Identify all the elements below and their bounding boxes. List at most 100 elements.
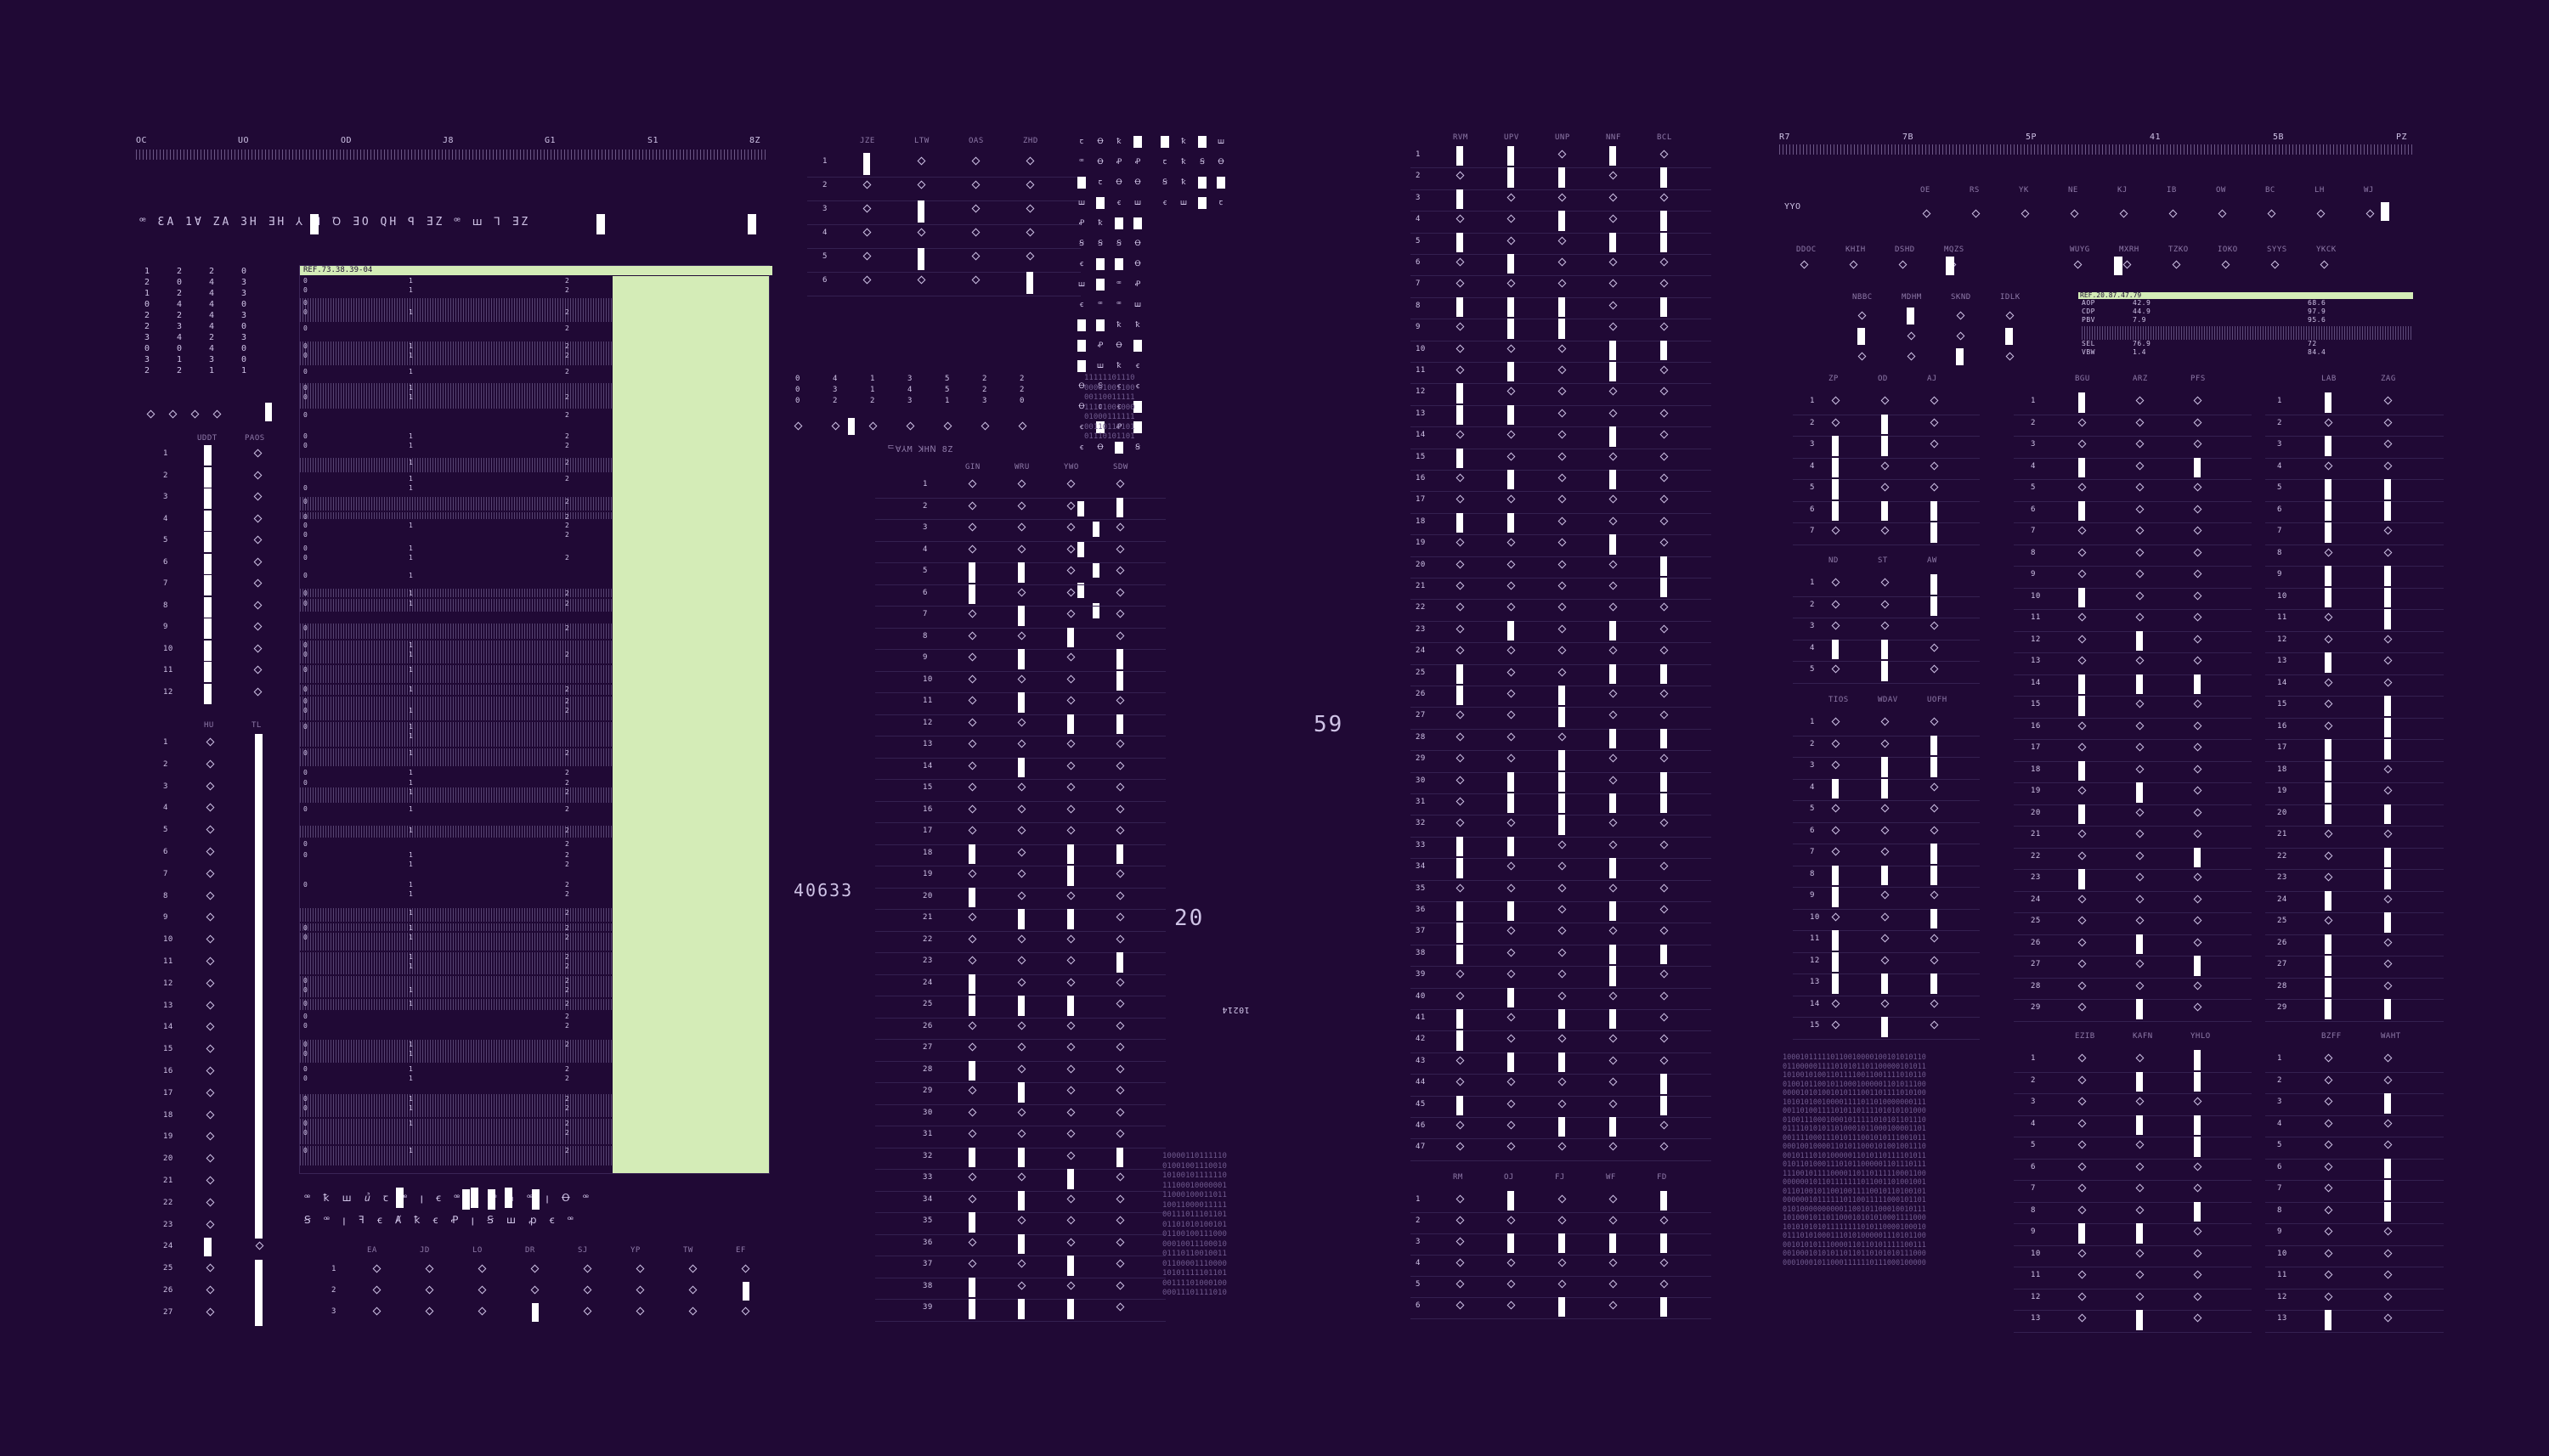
cell-diamond-icon[interactable] [1455, 602, 1465, 612]
cell-diamond-icon[interactable] [2383, 656, 2393, 665]
cell-diamond-icon[interactable] [1659, 991, 1669, 1001]
cell-bar[interactable] [2325, 500, 2331, 521]
cell-diamond-icon[interactable] [968, 1042, 977, 1052]
cell-diamond-icon[interactable] [862, 180, 872, 189]
cell-bar[interactable] [2078, 869, 2085, 889]
cell-diamond-icon[interactable] [2324, 678, 2333, 686]
cell-bar[interactable] [1558, 1052, 1565, 1073]
cell-bar[interactable] [1930, 574, 1937, 595]
cell-bar[interactable] [2194, 674, 2201, 694]
cell-diamond-icon[interactable] [1930, 826, 1939, 834]
cell-diamond-icon[interactable] [253, 622, 263, 631]
cell-bar[interactable] [255, 931, 263, 954]
tile-cell[interactable]: ꟹ [1115, 299, 1123, 311]
cell-diamond-icon[interactable] [1608, 1258, 1618, 1267]
cell-diamond-icon[interactable] [2077, 786, 2087, 795]
cell-diamond-icon[interactable] [1455, 1077, 1465, 1086]
cell-diamond-icon[interactable] [1455, 818, 1465, 827]
cell-diamond-icon[interactable] [968, 479, 977, 488]
cell-diamond-icon[interactable] [1066, 1021, 1076, 1030]
cell-diamond-icon[interactable] [2077, 1162, 2087, 1171]
cell-bar[interactable] [204, 510, 212, 531]
cell-diamond-icon[interactable] [1116, 1238, 1125, 1246]
cell-diamond-icon[interactable] [1659, 1056, 1669, 1065]
cell-diamond-icon[interactable] [1659, 1216, 1669, 1225]
cell-diamond-icon[interactable] [1506, 668, 1516, 677]
cell-diamond-icon[interactable] [2383, 1270, 2393, 1279]
cell-diamond-icon[interactable] [1659, 753, 1669, 763]
cell-diamond-icon[interactable] [1831, 600, 1840, 608]
cell-diamond-icon[interactable] [1659, 538, 1669, 547]
cell-diamond-icon[interactable] [1608, 257, 1618, 267]
cell-diamond-icon[interactable] [1831, 717, 1840, 726]
cell-diamond-icon[interactable] [1880, 461, 1890, 470]
cell-diamond-icon[interactable] [372, 1306, 382, 1316]
header-a-icon[interactable] [2365, 209, 2375, 218]
cell-diamond-icon[interactable] [968, 782, 977, 792]
cell-diamond-icon[interactable] [2077, 851, 2087, 860]
cell-bar[interactable] [255, 865, 263, 888]
cell-diamond-icon[interactable] [2324, 548, 2333, 556]
cell-bar[interactable] [255, 1282, 263, 1304]
cell-diamond-icon[interactable] [1880, 600, 1890, 608]
tile-cell[interactable] [1133, 217, 1142, 229]
cell-diamond-icon[interactable] [2383, 396, 2393, 405]
cell-bar[interactable] [255, 909, 263, 932]
cell-diamond-icon[interactable] [1930, 461, 1939, 470]
cell-diamond-icon[interactable] [862, 228, 872, 237]
tile-cell[interactable] [1096, 279, 1105, 291]
cell-diamond-icon[interactable] [1116, 1021, 1125, 1030]
cell-bar[interactable] [1456, 189, 1463, 210]
cell-diamond-icon[interactable] [1116, 804, 1125, 813]
cell-diamond-icon[interactable] [1557, 387, 1567, 396]
cell-diamond-icon[interactable] [2193, 483, 2202, 492]
cell-diamond-icon[interactable] [253, 665, 263, 674]
cell-diamond-icon[interactable] [968, 1108, 977, 1116]
cell-diamond-icon[interactable] [2193, 981, 2202, 990]
cell-diamond-icon[interactable] [253, 578, 263, 588]
cell-diamond-icon[interactable] [1506, 1034, 1516, 1043]
cell-diamond-icon[interactable] [968, 869, 977, 878]
cell-diamond-icon[interactable] [1506, 1279, 1516, 1289]
cell-bar[interactable] [2384, 804, 2391, 824]
cell-bar[interactable] [1660, 167, 1667, 188]
tile-cell[interactable] [1077, 340, 1086, 352]
cell-bar[interactable] [1930, 973, 1937, 994]
cell-diamond-icon[interactable] [1066, 1194, 1076, 1203]
cell-diamond-icon[interactable] [1066, 1086, 1076, 1095]
cell-bar[interactable] [1456, 404, 1463, 426]
cell-diamond-icon[interactable] [2193, 1097, 2202, 1106]
cell-diamond-icon[interactable] [206, 1176, 215, 1185]
cell-diamond-icon[interactable] [2383, 1227, 2393, 1236]
cell-bar[interactable] [255, 1128, 263, 1151]
cell-diamond-icon[interactable] [1659, 905, 1669, 914]
cell-diamond-icon[interactable] [1557, 732, 1567, 742]
cell-diamond-icon[interactable] [1116, 739, 1125, 748]
cell-bar[interactable] [2384, 500, 2391, 521]
cell-diamond-icon[interactable] [2324, 1075, 2333, 1084]
cell-diamond-icon[interactable] [1455, 624, 1465, 634]
cell-diamond-icon[interactable] [2135, 1205, 2145, 1214]
cell-diamond-icon[interactable] [1116, 1129, 1125, 1138]
cell-bar[interactable] [2136, 999, 2143, 1019]
cell-diamond-icon[interactable] [2077, 656, 2087, 665]
tile-cell[interactable]: Ꝓ [1133, 156, 1142, 168]
cell-diamond-icon[interactable] [968, 912, 977, 922]
cell-diamond-icon[interactable] [1506, 1301, 1516, 1310]
cell-diamond-icon[interactable] [530, 1285, 540, 1295]
cell-bar[interactable] [1018, 757, 1025, 777]
cell-bar[interactable] [204, 466, 212, 488]
cell-diamond-icon[interactable] [206, 1220, 215, 1229]
cell-diamond-icon[interactable] [1017, 501, 1026, 510]
cell-diamond-icon[interactable] [1066, 1281, 1076, 1290]
cell-bar[interactable] [1558, 793, 1565, 814]
cell-bar[interactable] [2384, 479, 2391, 499]
cell-diamond-icon[interactable] [1455, 430, 1465, 439]
cell-bar[interactable] [1507, 987, 1514, 1007]
cell-diamond-icon[interactable] [968, 1129, 977, 1138]
cell-diamond-icon[interactable] [1831, 526, 1840, 535]
tile-cell[interactable]: Ꝋ [1115, 177, 1123, 189]
cell-bar[interactable] [1609, 793, 1616, 814]
cell-diamond-icon[interactable] [1659, 322, 1669, 331]
cell-diamond-icon[interactable] [1455, 1194, 1465, 1204]
